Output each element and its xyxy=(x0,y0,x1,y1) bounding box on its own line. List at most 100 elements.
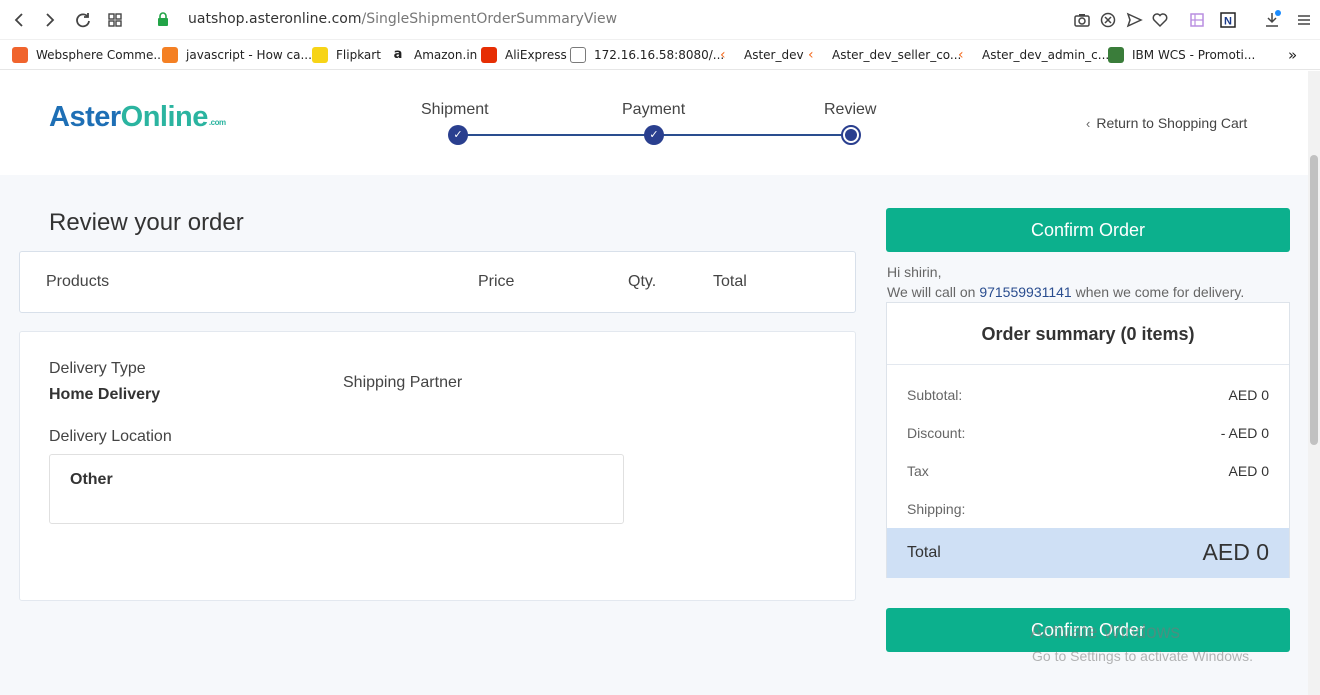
blogger-icon xyxy=(12,47,28,63)
more-bookmarks-icon[interactable]: » xyxy=(1288,45,1297,65)
return-to-cart-link[interactable]: ‹ Return to Shopping Cart xyxy=(1086,115,1247,131)
amazon-icon: a xyxy=(390,47,406,63)
step-shipment-label: Shipment xyxy=(421,101,489,118)
summary-value: - AED 0 xyxy=(1220,425,1269,441)
heart-icon[interactable] xyxy=(1150,10,1170,30)
send-icon[interactable] xyxy=(1124,10,1144,30)
bookmark-label: Aster_dev_seller_co... xyxy=(832,48,962,62)
download-icon[interactable] xyxy=(1262,10,1282,30)
aliexpress-icon xyxy=(481,47,497,63)
lock-icon xyxy=(157,12,169,26)
step-shipment-check-icon: ✓ xyxy=(448,125,468,145)
forward-icon[interactable] xyxy=(39,9,61,31)
grid-icon[interactable] xyxy=(104,9,126,31)
bookmark-item[interactable]: ‹ Aster_dev_admin_c... xyxy=(958,45,1109,65)
stackoverflow-icon xyxy=(162,47,178,63)
step-payment-label: Payment xyxy=(622,101,686,118)
call-prefix: We will call on xyxy=(887,284,976,300)
order-summary-title: Order summary (0 items) xyxy=(887,303,1289,365)
summary-label: Discount: xyxy=(907,425,966,441)
windows-watermark-title: Activate Windows xyxy=(1030,622,1180,643)
summary-row-shipping: Shipping: xyxy=(907,501,1269,517)
bookmark-label: javascript - How ca... xyxy=(186,48,312,62)
bookmark-item[interactable]: ‹ Aster_dev_seller_co... xyxy=(808,45,961,65)
bookmark-label: AliExpress xyxy=(505,48,567,62)
order-summary: Order summary (0 items) Subtotal: AED 0 … xyxy=(886,302,1290,578)
summary-row-discount: Discount: - AED 0 xyxy=(907,425,1269,441)
aster-icon: ‹ xyxy=(958,47,964,63)
bookmark-item[interactable]: a Amazon.in xyxy=(390,45,477,65)
reload-icon[interactable] xyxy=(72,9,94,31)
bookmark-label: 172.16.16.58:8080/... xyxy=(594,48,725,62)
bookmark-label: IBM WCS - Promoti... xyxy=(1132,48,1256,62)
flipkart-icon xyxy=(312,47,328,63)
phone-number: 971559931141 xyxy=(979,284,1072,300)
total-label: Total xyxy=(907,544,941,561)
total-value: AED 0 xyxy=(1202,539,1269,565)
summary-label: Tax xyxy=(907,463,929,479)
col-products: Products xyxy=(46,273,110,290)
step-review-current-icon xyxy=(841,125,861,145)
call-suffix: when we come for delivery. xyxy=(1075,284,1245,300)
aster-icon: ‹ xyxy=(808,47,814,63)
step-review-label: Review xyxy=(824,101,877,118)
logo-suffix: .com xyxy=(208,118,226,127)
greeting-text: Hi shirin, xyxy=(887,264,942,280)
logo-part2: Online xyxy=(120,101,209,133)
col-qty: Qty. xyxy=(628,273,657,290)
col-total: Total xyxy=(713,273,747,290)
delivery-call-note: We will call on 971559931141 when we com… xyxy=(887,284,1244,300)
summary-label: Subtotal: xyxy=(907,387,963,403)
url-path: /SingleShipmentOrderSummaryView xyxy=(361,11,618,27)
aster-online-logo[interactable]: Aster Online .com xyxy=(49,101,226,134)
confirm-order-button-top[interactable]: Confirm Order xyxy=(886,208,1290,252)
bookmark-item[interactable]: ‹ Aster_dev xyxy=(720,45,804,65)
summary-row-tax: Tax AED 0 xyxy=(907,463,1269,479)
col-price: Price xyxy=(478,273,515,290)
back-icon[interactable] xyxy=(8,9,30,31)
bookmark-item[interactable]: Flipkart xyxy=(312,45,381,65)
bookmark-label: Amazon.in xyxy=(414,48,478,62)
page-content: Aster Online .com Shipment Payment Review … xyxy=(0,71,1308,695)
delivery-location-label: Delivery Location xyxy=(49,428,172,445)
scrollbar-thumb[interactable] xyxy=(1310,155,1318,445)
return-link-label: Return to Shopping Cart xyxy=(1096,115,1248,131)
delivery-card: Delivery Type Home Delivery Shipping Par… xyxy=(19,331,856,601)
aster-icon: ‹ xyxy=(720,47,726,63)
delivery-type-label: Delivery Type xyxy=(49,360,146,377)
page-icon xyxy=(570,47,586,63)
page-title: Review your order xyxy=(49,209,244,236)
step-connector xyxy=(458,134,654,136)
summary-row-subtotal: Subtotal: AED 0 xyxy=(907,387,1269,403)
ibm-icon xyxy=(1108,47,1124,63)
bookmarks-bar: Websphere Comme... javascript - How ca..… xyxy=(0,40,1320,70)
n-extension-icon[interactable]: N xyxy=(1218,10,1238,30)
delivery-location-value: Other xyxy=(70,471,113,488)
summary-label: Shipping: xyxy=(907,501,966,517)
address-url[interactable]: uatshop.asteronline.com/SingleShipmentOr… xyxy=(188,11,617,27)
site-header: Aster Online .com Shipment Payment Review … xyxy=(0,71,1308,175)
camera-icon[interactable] xyxy=(1072,10,1092,30)
page-scrollbar[interactable] xyxy=(1308,71,1320,695)
delivery-type-value: Home Delivery xyxy=(49,386,161,403)
bookmark-item[interactable]: Websphere Comme... xyxy=(12,45,165,65)
step-connector xyxy=(654,134,851,136)
windows-watermark-subtitle: Go to Settings to activate Windows. xyxy=(1032,648,1253,664)
summary-total-bar: Total AED 0 xyxy=(887,528,1289,578)
bookmark-label: Websphere Comme... xyxy=(36,48,165,62)
menu-icon[interactable] xyxy=(1294,10,1314,30)
shipping-partner-label: Shipping Partner xyxy=(343,374,463,391)
bookmark-item[interactable]: 172.16.16.58:8080/... xyxy=(570,45,724,65)
summary-value: AED 0 xyxy=(1228,387,1269,403)
extension-icon[interactable] xyxy=(1187,10,1207,30)
products-table-header: Products Price Qty. Total xyxy=(19,251,856,313)
bookmark-item[interactable]: AliExpress xyxy=(481,45,567,65)
checkout-steps: Shipment Payment Review ✓ ✓ xyxy=(420,101,890,151)
bookmark-item[interactable]: IBM WCS - Promoti... xyxy=(1108,45,1255,65)
bookmark-label: Aster_dev_admin_c... xyxy=(982,48,1110,62)
adblock-icon[interactable] xyxy=(1098,10,1118,30)
url-host: uatshop.asteronline.com xyxy=(188,11,362,27)
browser-address-bar: uatshop.asteronline.com/SingleShipmentOr… xyxy=(0,0,1320,40)
delivery-location-box: Other xyxy=(49,454,624,524)
bookmark-item[interactable]: javascript - How ca... xyxy=(162,45,312,65)
